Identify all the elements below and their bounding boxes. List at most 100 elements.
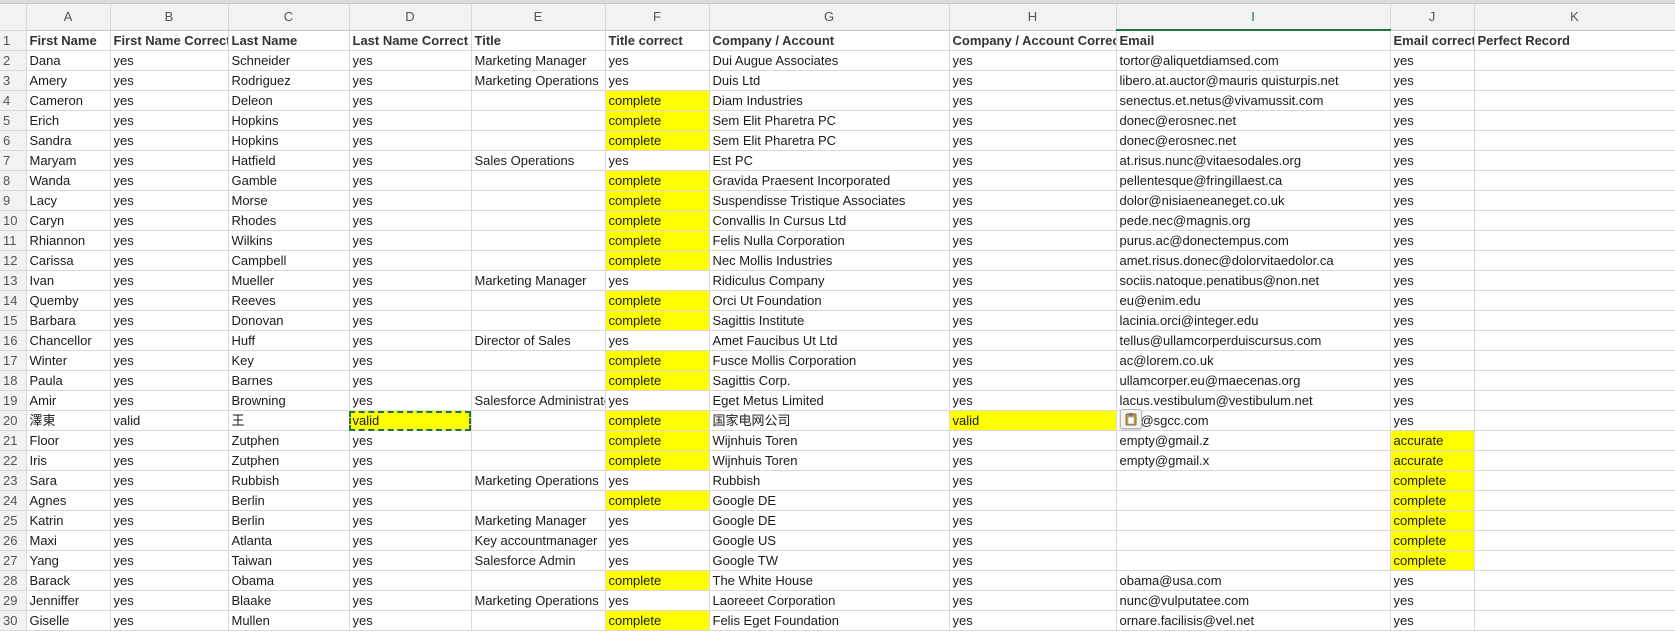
cell-c20[interactable]: 王: [228, 410, 350, 431]
cell-j22[interactable]: accurate: [1390, 450, 1475, 471]
cell-g20[interactable]: 国家电网公司: [709, 410, 950, 431]
cell-g21[interactable]: Wijnhuis Toren: [709, 430, 950, 451]
cell-c23[interactable]: Rubbish: [228, 470, 350, 491]
cell-h7[interactable]: yes: [949, 150, 1117, 171]
cell-g15[interactable]: Sagittis Institute: [709, 310, 950, 331]
cell-d29[interactable]: yes: [349, 590, 472, 611]
cell-j3[interactable]: yes: [1390, 70, 1475, 91]
cell-b25[interactable]: yes: [110, 510, 229, 531]
row-header[interactable]: 28: [0, 570, 27, 591]
cell-i22[interactable]: empty@gmail.x: [1116, 450, 1391, 471]
cell-h16[interactable]: yes: [949, 330, 1117, 351]
cell-h30[interactable]: yes: [949, 610, 1117, 631]
cell-e16[interactable]: Director of Sales: [471, 330, 606, 351]
cell-b2[interactable]: yes: [110, 50, 229, 71]
cell-d22[interactable]: yes: [349, 450, 472, 471]
cell-d15[interactable]: yes: [349, 310, 472, 331]
cell-c16[interactable]: Huff: [228, 330, 350, 351]
cell-i17[interactable]: ac@lorem.co.uk: [1116, 350, 1391, 371]
cell-d20[interactable]: valid: [349, 410, 472, 431]
cell-c5[interactable]: Hopkins: [228, 110, 350, 131]
cell-f25[interactable]: yes: [605, 510, 710, 531]
cell-a28[interactable]: Barack: [26, 570, 111, 591]
cell-f6[interactable]: complete: [605, 130, 710, 151]
cell-a27[interactable]: Yang: [26, 550, 111, 571]
cell-k21[interactable]: [1474, 430, 1675, 451]
cell-h25[interactable]: yes: [949, 510, 1117, 531]
cell-a13[interactable]: Ivan: [26, 270, 111, 291]
cell-d26[interactable]: yes: [349, 530, 472, 551]
cell-b14[interactable]: yes: [110, 290, 229, 311]
cell-c19[interactable]: Browning: [228, 390, 350, 411]
cell-h27[interactable]: yes: [949, 550, 1117, 571]
cell-b26[interactable]: yes: [110, 530, 229, 551]
row-header[interactable]: 19: [0, 390, 27, 411]
cell-i18[interactable]: ullamcorper.eu@maecenas.org: [1116, 370, 1391, 391]
row-header[interactable]: 30: [0, 610, 27, 631]
cell-c14[interactable]: Reeves: [228, 290, 350, 311]
cell-b17[interactable]: yes: [110, 350, 229, 371]
row-header[interactable]: 20: [0, 410, 27, 431]
row-header[interactable]: 25: [0, 510, 27, 531]
cell-f15[interactable]: complete: [605, 310, 710, 331]
cell-c21[interactable]: Zutphen: [228, 430, 350, 451]
cell-f7[interactable]: yes: [605, 150, 710, 171]
cell-g26[interactable]: Google US: [709, 530, 950, 551]
cell-d8[interactable]: yes: [349, 170, 472, 191]
cell-k6[interactable]: [1474, 130, 1675, 151]
cell-a30[interactable]: Giselle: [26, 610, 111, 631]
cell-k14[interactable]: [1474, 290, 1675, 311]
cell-k24[interactable]: [1474, 490, 1675, 511]
cell-b20[interactable]: valid: [110, 410, 229, 431]
cell-g24[interactable]: Google DE: [709, 490, 950, 511]
row-header[interactable]: 4: [0, 90, 27, 111]
cell-k23[interactable]: [1474, 470, 1675, 491]
cell-b7[interactable]: yes: [110, 150, 229, 171]
cell-f16[interactable]: yes: [605, 330, 710, 351]
cell-a20[interactable]: 澤東: [26, 410, 111, 431]
cell-d28[interactable]: yes: [349, 570, 472, 591]
cell-b30[interactable]: yes: [110, 610, 229, 631]
cell-c3[interactable]: Rodriguez: [228, 70, 350, 91]
row-header[interactable]: 2: [0, 50, 27, 71]
cell-e4[interactable]: [471, 90, 606, 111]
cell-f9[interactable]: complete: [605, 190, 710, 211]
cell-f14[interactable]: complete: [605, 290, 710, 311]
row-header[interactable]: 13: [0, 270, 27, 291]
cell-j25[interactable]: complete: [1390, 510, 1475, 531]
cell-h23[interactable]: yes: [949, 470, 1117, 491]
cell-g5[interactable]: Sem Elit Pharetra PC: [709, 110, 950, 131]
cell-a1[interactable]: First Name: [26, 30, 111, 51]
cell-f27[interactable]: yes: [605, 550, 710, 571]
cell-g12[interactable]: Nec Mollis Industries: [709, 250, 950, 271]
cell-a24[interactable]: Agnes: [26, 490, 111, 511]
cell-e25[interactable]: Marketing Manager: [471, 510, 606, 531]
cell-f2[interactable]: yes: [605, 50, 710, 71]
cell-i20[interactable]: info@sgcc.com: [1116, 410, 1391, 431]
cell-e10[interactable]: [471, 210, 606, 231]
cell-f5[interactable]: complete: [605, 110, 710, 131]
cell-h17[interactable]: yes: [949, 350, 1117, 371]
cell-j8[interactable]: yes: [1390, 170, 1475, 191]
column-header-k[interactable]: K: [1474, 4, 1675, 31]
cell-j26[interactable]: complete: [1390, 530, 1475, 551]
row-header[interactable]: 12: [0, 250, 27, 271]
cell-d6[interactable]: yes: [349, 130, 472, 151]
cell-k12[interactable]: [1474, 250, 1675, 271]
cell-a11[interactable]: Rhiannon: [26, 230, 111, 251]
cell-b27[interactable]: yes: [110, 550, 229, 571]
cell-c29[interactable]: Blaake: [228, 590, 350, 611]
row-header[interactable]: 9: [0, 190, 27, 211]
row-header[interactable]: 16: [0, 330, 27, 351]
cell-d11[interactable]: yes: [349, 230, 472, 251]
cell-h11[interactable]: yes: [949, 230, 1117, 251]
cell-b9[interactable]: yes: [110, 190, 229, 211]
cell-e23[interactable]: Marketing Operations: [471, 470, 606, 491]
cell-g28[interactable]: The White House: [709, 570, 950, 591]
cell-d14[interactable]: yes: [349, 290, 472, 311]
cell-c26[interactable]: Atlanta: [228, 530, 350, 551]
cell-e13[interactable]: Marketing Manager: [471, 270, 606, 291]
cell-c13[interactable]: Mueller: [228, 270, 350, 291]
cell-j15[interactable]: yes: [1390, 310, 1475, 331]
cell-j14[interactable]: yes: [1390, 290, 1475, 311]
